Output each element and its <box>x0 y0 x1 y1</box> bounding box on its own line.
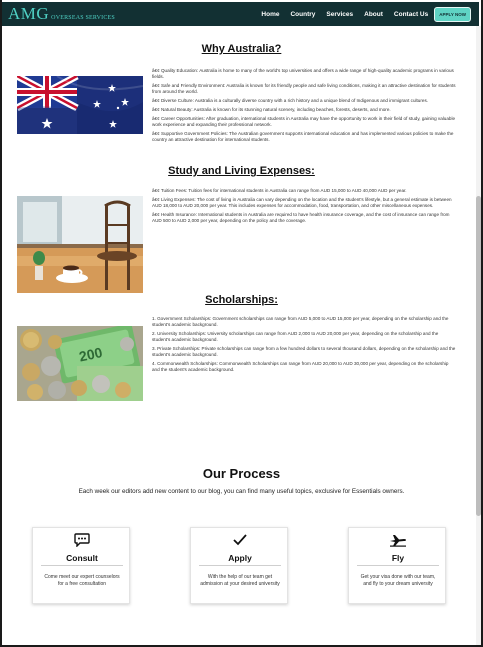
card-divider <box>357 565 439 566</box>
logo[interactable]: AMG OVERSEAS SERVICES <box>8 4 115 24</box>
nav-home[interactable]: Home <box>261 11 279 18</box>
our-process-heading: Our Process <box>202 466 281 481</box>
nav-links: Home Country Services About Contact Us A… <box>250 6 471 22</box>
logo-sub-text: OVERSEAS SERVICES <box>51 15 115 21</box>
list-item: â€¢ Supportive Government Policies: The … <box>152 131 454 142</box>
money-coins-image: 200 <box>17 326 143 401</box>
study-expenses-list: â€¢ Tuition Fees: Tuition fees for inter… <box>152 188 457 227</box>
why-australia-heading: Why Australia? <box>201 43 282 55</box>
why-australia-list: â€¢ Quality Education: Australia is home… <box>152 68 457 146</box>
scholarships-list: 1. Government Scholarships: Government s… <box>152 316 457 376</box>
list-item: â€¢ Career Opportunities: After graduati… <box>152 116 456 127</box>
card-divider <box>41 565 123 566</box>
scholarships-heading: Scholarships: <box>205 294 278 306</box>
card-divider <box>199 565 281 566</box>
process-card-apply[interactable]: Apply With the help of our team get admi… <box>190 527 288 604</box>
list-item: â€¢ Quality Education: Australia is home… <box>152 68 454 79</box>
list-item: â€¢ Tuition Fees: Tuition fees for inter… <box>152 188 407 193</box>
nav-about[interactable]: About <box>364 11 383 18</box>
list-item: â€¢ Safe and Friendly Environment: Austr… <box>152 83 456 94</box>
our-process-subtitle: Each week our editors add new content to… <box>78 488 405 495</box>
scrollbar-track[interactable] <box>476 26 481 645</box>
cafe-window-image <box>17 196 143 293</box>
navbar: AMG OVERSEAS SERVICES Home Country Servi… <box>2 2 479 26</box>
nav-country[interactable]: Country <box>290 11 315 18</box>
nav-services[interactable]: Services <box>326 11 353 18</box>
card-text: With the help of our team get admission … <box>200 574 280 587</box>
card-title: Consult <box>66 553 98 563</box>
nav-contact-us[interactable]: Contact Us <box>394 11 428 18</box>
list-item: 1. Government Scholarships: Government s… <box>152 316 449 327</box>
list-item: â€¢ Health Insurance: International stud… <box>152 212 450 223</box>
card-text: Get your visa done with our team, and fl… <box>360 574 436 587</box>
list-item: â€¢ Diverse Culture: Australia is a cult… <box>152 98 429 103</box>
airplane-icon <box>349 532 447 548</box>
checkmark-icon <box>191 532 289 548</box>
card-text: Come meet our expert counselors for a fr… <box>44 574 120 587</box>
process-card-fly[interactable]: Fly Get your visa done with our team, an… <box>348 527 446 604</box>
list-item: 3. Private Scholarships: Private scholar… <box>152 346 456 357</box>
list-item: â€¢ Natural Beauty: Australia is known f… <box>152 107 391 112</box>
list-item: 2. University Scholarships: University s… <box>152 331 439 342</box>
card-title: Apply <box>228 553 252 563</box>
list-item: 4. Commonwealth Scholarships: Commonweal… <box>152 361 449 372</box>
australia-flag-image <box>17 76 143 134</box>
apply-now-button[interactable]: APPLY NOW <box>434 6 471 22</box>
list-item: â€¢ Living Expenses: The cost of living … <box>152 197 452 208</box>
study-expenses-heading: Study and Living Expenses: <box>168 165 315 177</box>
chat-bubble-icon <box>33 532 131 548</box>
card-title: Fly <box>391 553 405 563</box>
process-card-consult[interactable]: Consult Come meet our expert counselors … <box>32 527 130 604</box>
logo-main-text: AMG <box>8 4 50 23</box>
